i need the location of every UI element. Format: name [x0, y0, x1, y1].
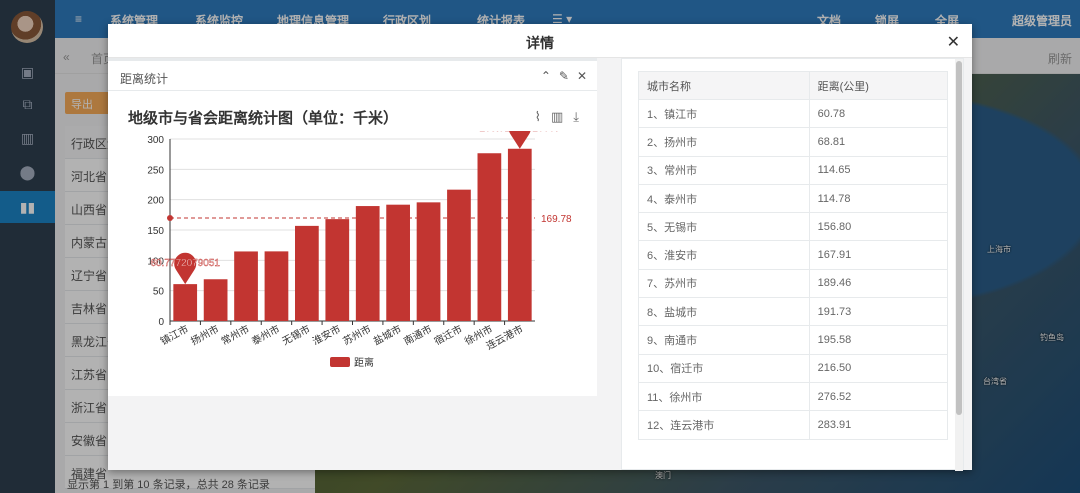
details-dialog: 详情 ✕ 距离统计 ⌃ ✎ ✕ 地级市与省会距离统计图（单位：千米） ⌇ ▥ ⤓… — [108, 24, 972, 471]
table-row[interactable]: 3、常州市 114.65 — [638, 155, 949, 185]
city-cell: 10、宿迁市 — [638, 353, 810, 383]
distance-cell: 167.91 — [808, 240, 949, 270]
line-chart-icon[interactable]: ⌇ — [535, 109, 541, 125]
bar — [264, 251, 289, 321]
distance-cell: 68.81 — [808, 127, 949, 157]
x-tick-label: 宿迁市 — [432, 322, 465, 348]
y-tick-label: 0 — [158, 317, 164, 328]
distance-cell: 60.78 — [808, 98, 949, 129]
chart-panel-title: 距离统计 — [120, 72, 169, 86]
table-row[interactable]: 10、宿迁市 216.50 — [638, 353, 949, 383]
average-line-start-dot — [167, 215, 173, 222]
scrollbar[interactable] — [955, 59, 963, 471]
bar — [234, 251, 258, 321]
y-tick-label: 200 — [147, 196, 164, 207]
close-icon[interactable]: ✕ — [577, 69, 587, 83]
table-row[interactable]: 5、无锡市 156.80 — [638, 212, 949, 242]
x-tick-label: 淮安市 — [310, 322, 343, 348]
bar — [173, 284, 198, 321]
min-label: 60.7772079051 — [150, 258, 220, 269]
download-icon[interactable]: ⤓ — [573, 109, 579, 125]
bar — [447, 189, 471, 321]
city-cell: 6、淮安市 — [638, 240, 810, 270]
x-tick-label: 泰州市 — [249, 322, 282, 348]
legend-label: 距离 — [354, 356, 374, 369]
bar — [507, 148, 532, 321]
max-label: 283.91062916667 — [479, 131, 560, 134]
collapse-icon[interactable]: ⌃ — [541, 69, 551, 83]
distance-table: 城市名称 距离(公里) 1、镇江市 60.78 2、扬州市 68.81 3、常州市 114… — [638, 71, 949, 440]
table-row[interactable]: 12、连云港市 283.91 — [638, 410, 949, 440]
city-cell: 5、无锡市 — [638, 212, 810, 242]
distance-cell: 114.78 — [808, 183, 949, 214]
chart-panel: 距离统计 ⌃ ✎ ✕ 地级市与省会距离统计图（单位：千米） ⌇ ▥ ⤓ 0 50 1… — [108, 58, 597, 396]
chart-panel-header: 距离统计 ⌃ ✎ ✕ — [108, 61, 597, 91]
bar — [325, 219, 350, 321]
bar-chart: 050100150200250300 镇江市扬州市常州市泰州市无锡市淮安市苏州市… — [147, 131, 572, 369]
city-cell: 3、常州市 — [638, 155, 810, 185]
table-row[interactable]: 6、淮安市 167.91 — [638, 240, 949, 270]
y-tick-label: 300 — [147, 135, 164, 146]
distance-cell: 216.50 — [808, 353, 949, 383]
city-cell: 4、泰州市 — [638, 183, 810, 214]
city-cell: 2、扬州市 — [638, 127, 810, 157]
y-tick-label: 150 — [147, 226, 164, 237]
x-tick-label: 扬州市 — [188, 322, 221, 348]
dialog-body: 距离统计 ⌃ ✎ ✕ 地级市与省会距离统计图（单位：千米） ⌇ ▥ ⤓ 0 50 1… — [108, 58, 972, 471]
x-tick-label: 无锡市 — [280, 322, 313, 348]
close-icon[interactable]: ✕ — [947, 32, 960, 52]
city-cell: 9、南通市 — [638, 325, 810, 355]
x-tick-label: 苏州市 — [341, 322, 374, 348]
y-tick-label: 250 — [147, 165, 164, 176]
distance-cell: 283.91 — [808, 410, 949, 440]
bar — [203, 279, 228, 321]
chart-title: 地级市与省会距离统计图（单位：千米） — [128, 110, 399, 127]
y-tick-label: 50 — [153, 287, 165, 298]
city-cell: 12、连云港市 — [638, 410, 810, 440]
wrench-icon[interactable]: ✎ — [559, 69, 569, 83]
x-tick-label: 南通市 — [401, 322, 434, 348]
bar — [386, 204, 410, 321]
distance-cell: 156.80 — [808, 212, 949, 242]
distance-cell: 195.58 — [808, 325, 949, 355]
table-row[interactable]: 9、南通市 195.58 — [638, 325, 949, 355]
bar — [416, 202, 441, 321]
table-row[interactable]: 2、扬州市 68.81 — [638, 127, 949, 157]
bar — [477, 153, 502, 321]
city-cell: 8、盐城市 — [638, 297, 810, 327]
dialog-header: 详情 ✕ — [108, 24, 972, 58]
distance-cell: 191.73 — [808, 297, 949, 327]
dialog-title: 详情 — [526, 35, 554, 51]
column-header-city[interactable]: 城市名称 — [638, 71, 810, 100]
table-row[interactable]: 4、泰州市 114.78 — [638, 183, 949, 214]
city-cell: 7、苏州市 — [638, 268, 810, 299]
bar — [355, 206, 380, 321]
city-cell: 1、镇江市 — [638, 98, 810, 129]
average-line-label: 169.78 — [541, 214, 572, 225]
distance-cell: 114.65 — [808, 155, 949, 185]
distance-cell: 276.52 — [808, 381, 949, 412]
bar — [295, 225, 319, 321]
table-row[interactable]: 11、徐州市 276.52 — [638, 381, 949, 412]
bar-chart-icon[interactable]: ▥ — [551, 109, 563, 125]
city-cell: 11、徐州市 — [638, 381, 810, 412]
column-header-distance[interactable]: 距离(公里) — [808, 71, 949, 100]
legend-swatch — [330, 357, 350, 367]
distance-cell: 189.46 — [808, 268, 949, 299]
table-row[interactable]: 1、镇江市 60.78 — [638, 98, 949, 129]
table-row[interactable]: 8、盐城市 191.73 — [638, 297, 949, 327]
distance-table-panel: 城市名称 距离(公里) 1、镇江市 60.78 2、扬州市 68.81 3、常州市 114… — [621, 58, 964, 471]
table-row[interactable]: 7、苏州市 189.46 — [638, 268, 949, 299]
x-tick-label: 常州市 — [219, 322, 252, 348]
scrollbar-thumb[interactable] — [956, 61, 962, 415]
x-tick-label: 盐城市 — [371, 322, 404, 348]
